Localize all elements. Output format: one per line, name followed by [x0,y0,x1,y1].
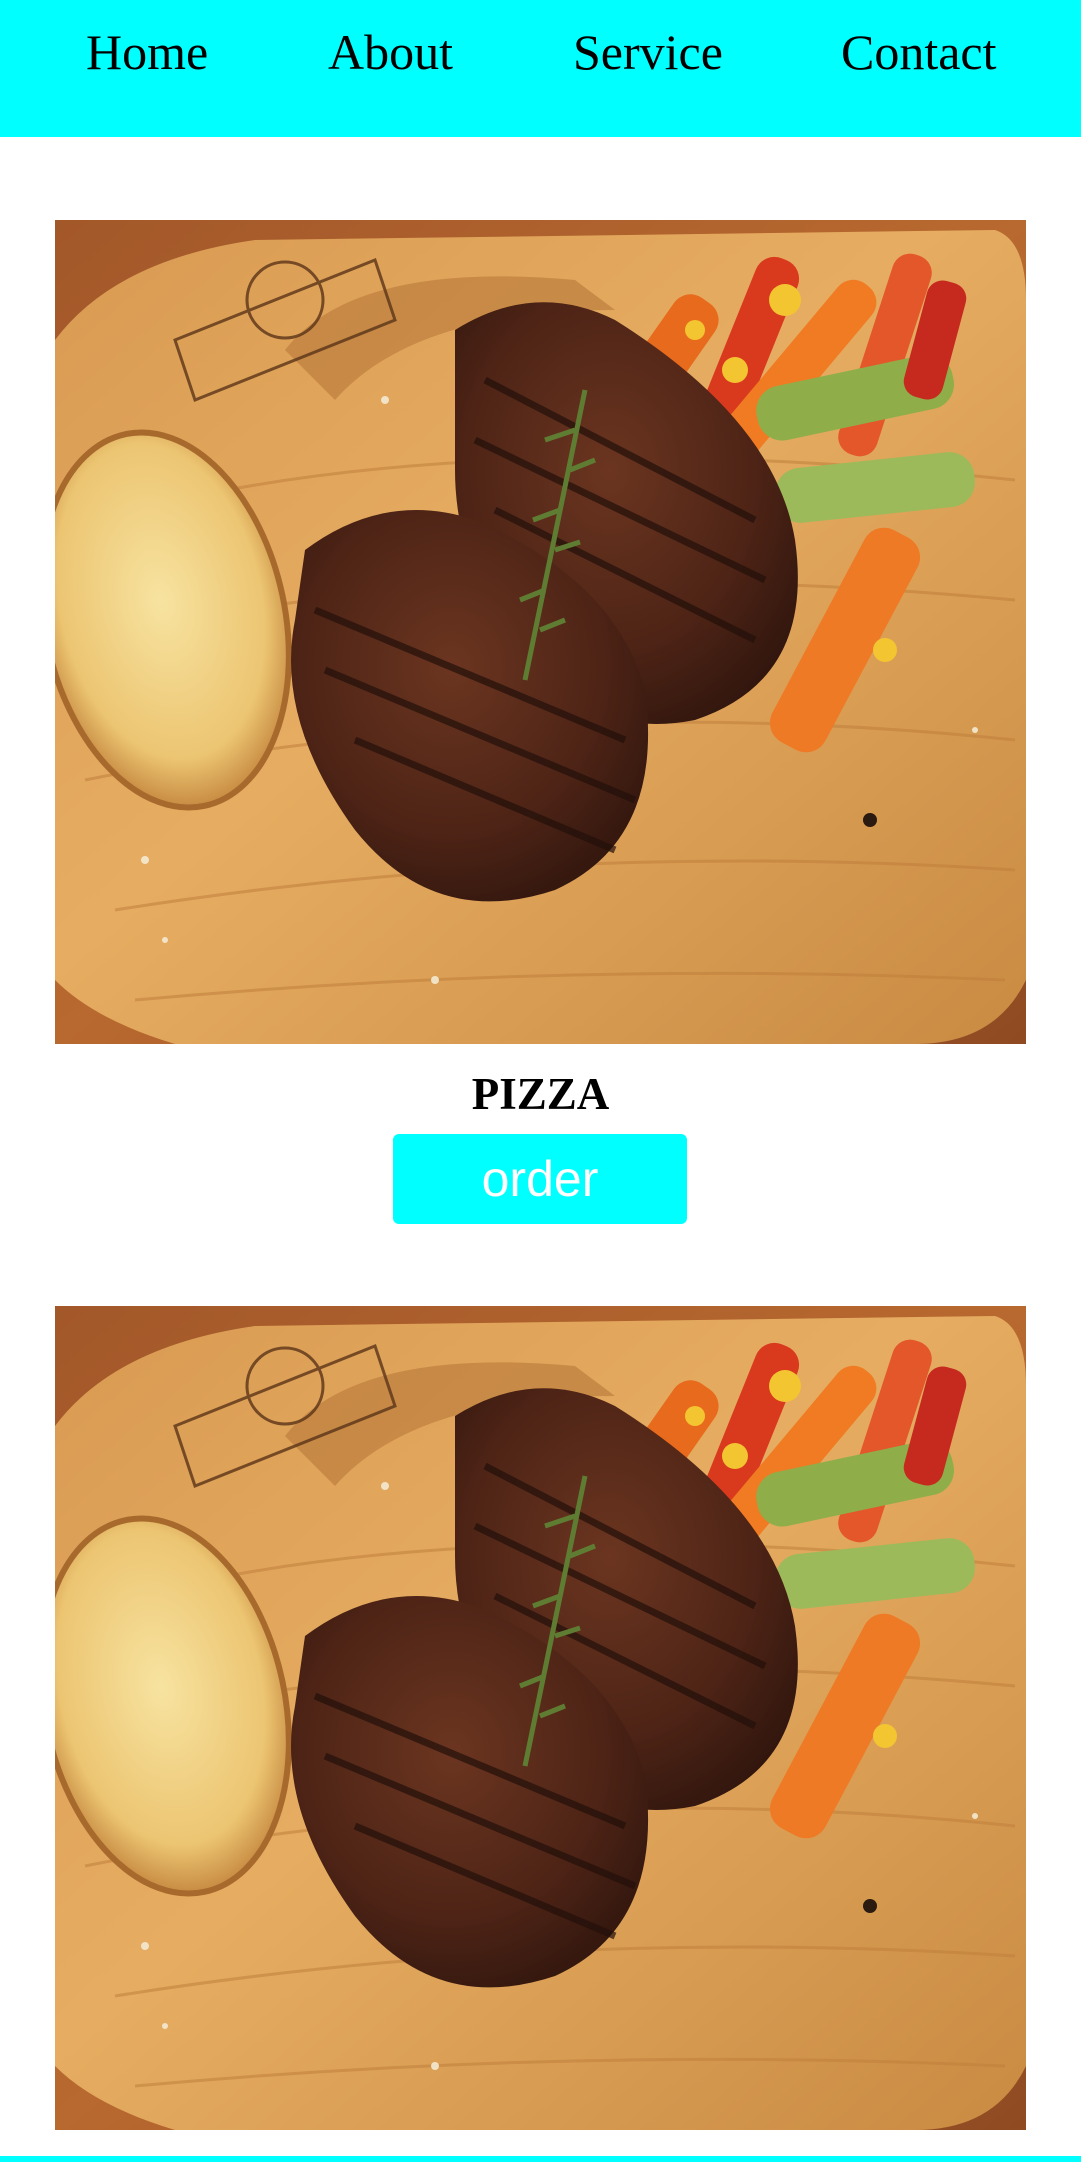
nav-link-home[interactable]: Home [86,22,208,82]
bottom-accent-line [0,2156,1081,2162]
food-card [55,1306,1026,2130]
food-card: PIZZA order [55,220,1026,1240]
nav-link-about[interactable]: About [328,22,453,82]
top-navbar: Home About Service Contact [0,0,1081,137]
steak-plate-photo [55,220,1026,1044]
card-title: PIZZA [471,1069,610,1119]
order-button[interactable]: order [393,1134,687,1224]
nav-link-service[interactable]: Service [573,22,723,82]
nav-link-contact[interactable]: Contact [841,22,997,82]
steak-plate-photo [55,1306,1026,2130]
